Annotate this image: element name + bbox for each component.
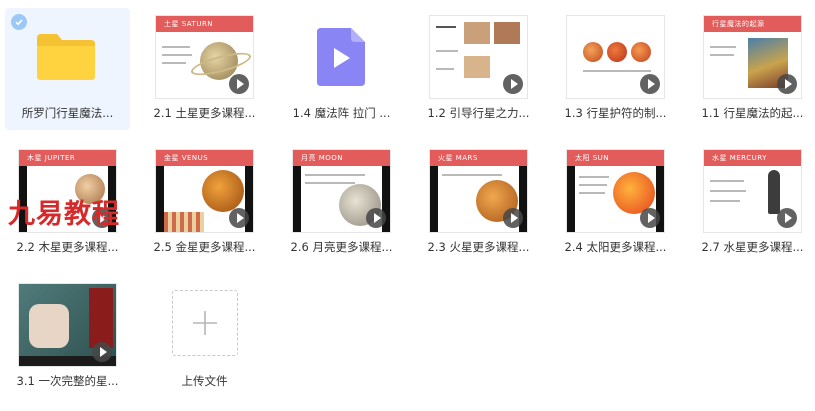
animal-photo	[464, 56, 490, 78]
file-name: 3.1 一次完整的星...	[16, 374, 119, 388]
play-icon	[777, 74, 797, 94]
file-name: 2.2 木星更多课程...	[16, 240, 119, 254]
video-thumbnail: 水星 MERCURY	[704, 150, 801, 232]
file-name: 1.2 引导行星之力...	[427, 106, 530, 120]
thumbnail-title: 太阳 SUN	[575, 154, 610, 162]
video-thumbnail	[567, 16, 664, 98]
video-item[interactable]: 1.4 魔法阵 拉门 ...	[279, 8, 404, 130]
thumbnail-title: 水星 MERCURY	[712, 154, 767, 162]
play-icon	[640, 74, 660, 94]
file-name: 2.6 月亮更多课程...	[290, 240, 393, 254]
thumbnail-title: 火星 MARS	[438, 154, 478, 162]
file-name: 1.4 魔法阵 拉门 ...	[292, 106, 391, 120]
video-item[interactable]: 1.3 行星护符的制...	[553, 8, 678, 130]
video-thumbnail: 土星 SATURN	[156, 16, 253, 98]
play-icon	[366, 208, 386, 228]
play-icon	[503, 208, 523, 228]
file-name: 所罗门行星魔法...	[21, 106, 114, 120]
file-name: 2.1 土星更多课程...	[153, 106, 256, 120]
video-item[interactable]: 太阳 SUN 2.4 太阳更多课程...	[553, 142, 678, 264]
upload-item[interactable]: 上传文件	[142, 276, 267, 398]
file-name: 2.4 太阳更多课程...	[564, 240, 667, 254]
video-item[interactable]: 金星 VENUS 2.5 金星更多课程...	[142, 142, 267, 264]
file-name: 1.3 行星护符的制...	[564, 106, 667, 120]
folder-item[interactable]: 所罗门行星魔法...	[5, 8, 130, 130]
statue-image	[768, 170, 780, 214]
play-icon	[229, 208, 249, 228]
pattern-strip	[164, 212, 204, 232]
animal-photo	[464, 22, 490, 44]
video-item[interactable]: 1.2 引导行星之力...	[416, 8, 541, 130]
play-icon	[92, 342, 112, 362]
video-item[interactable]: 火星 MARS 2.3 火星更多课程...	[416, 142, 541, 264]
file-name: 2.5 金星更多课程...	[153, 240, 256, 254]
video-thumbnail	[430, 16, 527, 98]
play-icon	[229, 74, 249, 94]
video-file-icon	[317, 28, 365, 86]
video-thumbnail: 月亮 MOON	[293, 150, 390, 232]
video-thumbnail	[19, 284, 116, 366]
file-name: 2.7 水星更多课程...	[701, 240, 804, 254]
plus-icon	[193, 311, 217, 335]
play-icon	[777, 208, 797, 228]
thumbnail-title: 行星魔法的起源	[712, 20, 765, 28]
thumbnail-title: 月亮 MOON	[301, 154, 344, 162]
thumbnail-title: 金星 VENUS	[164, 154, 209, 162]
video-item[interactable]: 水星 MERCURY 2.7 水星更多课程...	[690, 142, 815, 264]
video-thumbnail: 太阳 SUN	[567, 150, 664, 232]
red-panel	[89, 288, 113, 348]
animal-photo	[494, 22, 520, 44]
file-name: 2.3 火星更多课程...	[427, 240, 530, 254]
video-item[interactable]: 月亮 MOON 2.6 月亮更多课程...	[279, 142, 404, 264]
video-item[interactable]: 土星 SATURN 2.1 土星更多课程...	[142, 8, 267, 130]
video-thumbnail: 火星 MARS	[430, 150, 527, 232]
upload-button[interactable]	[172, 290, 238, 356]
watermark: 九易教程	[8, 199, 120, 230]
video-thumbnail: 金星 VENUS	[156, 150, 253, 232]
upload-label: 上传文件	[181, 374, 228, 388]
video-item[interactable]: 行星魔法的起源 1.1 行星魔法的起...	[690, 8, 815, 130]
video-thumbnail: 行星魔法的起源	[704, 16, 801, 98]
selected-check-icon[interactable]	[11, 14, 27, 30]
play-icon	[640, 208, 660, 228]
video-item[interactable]: 3.1 一次完整的星...	[5, 276, 130, 398]
thumbnail-title: 土星 SATURN	[164, 20, 214, 28]
folder-icon	[37, 34, 95, 80]
thumbnail-title: 木星 JUPITER	[27, 154, 76, 162]
hand-image	[29, 304, 69, 348]
file-grid: 所罗门行星魔法... 土星 SATURN 2.1 土星更多课程... 1.4 魔…	[0, 0, 815, 411]
play-icon	[503, 74, 523, 94]
planet-image	[607, 42, 627, 62]
venus-image	[202, 170, 244, 212]
planet-image	[631, 42, 651, 62]
file-name: 1.1 行星魔法的起...	[701, 106, 804, 120]
planet-image	[583, 42, 603, 62]
